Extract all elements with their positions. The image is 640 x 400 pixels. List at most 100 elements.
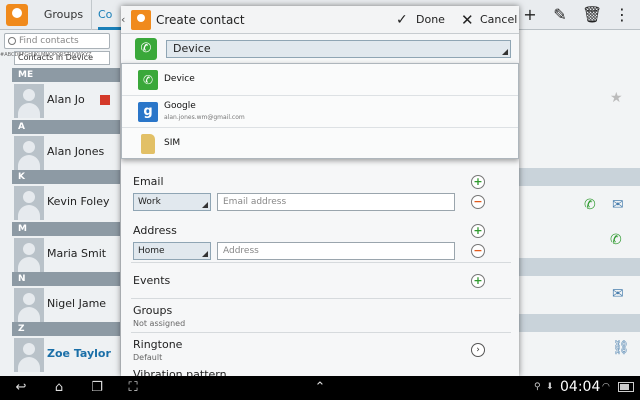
address-field[interactable]: Address — [217, 242, 455, 260]
add-email-button[interactable]: + — [471, 175, 485, 189]
menu-item-label: Device — [164, 74, 195, 84]
add-call-icon[interactable]: ✆ — [610, 232, 622, 248]
section-header: ME — [12, 68, 120, 82]
contact-name: Nigel Jame — [47, 297, 107, 310]
detail-section-strip — [518, 314, 640, 332]
section-header: N — [12, 272, 120, 286]
ringtone-label: Ringtone — [133, 338, 183, 351]
email-type-value: Work — [138, 197, 161, 207]
sim-card-icon — [141, 134, 155, 154]
back-chevron-icon[interactable]: ‹ — [121, 13, 125, 26]
contact-name: Alan Jo — [47, 93, 85, 106]
avatar — [14, 136, 44, 170]
list-item[interactable]: Alan Jo — [12, 82, 120, 120]
done-button[interactable]: Done — [416, 13, 445, 26]
detail-section-strip — [518, 258, 640, 276]
menu-item-sublabel: alan.jones.wm@gmail.com — [164, 114, 245, 121]
dropdown-arrow-icon — [202, 251, 208, 257]
dialog-title: Create contact — [156, 13, 245, 27]
vibration-label: Vibration pattern — [133, 368, 227, 376]
account-row: ✆ Device — [121, 35, 519, 65]
avatar — [14, 288, 44, 322]
usb-icon: ⚲ — [534, 382, 541, 392]
link-chain-icon[interactable]: ⛓ — [612, 340, 630, 356]
chevron-right-icon[interactable]: › — [471, 343, 485, 357]
account-selected-value: Device — [173, 42, 211, 55]
favorite-star-icon[interactable]: ★ — [610, 90, 623, 106]
address-label: Address — [133, 224, 177, 237]
contact-name: Maria Smit — [47, 247, 107, 260]
address-type-value: Home — [138, 246, 165, 256]
email-envelope-icon[interactable]: ✉ — [612, 286, 624, 302]
add-address-button[interactable]: + — [471, 224, 485, 238]
email-label: Email — [133, 175, 164, 188]
list-item[interactable]: Maria Smit — [12, 236, 120, 274]
list-item[interactable]: Nigel Jame — [12, 286, 120, 324]
google-plus-icon — [100, 95, 110, 105]
events-label: Events — [133, 274, 171, 287]
list-item[interactable]: Alan Jones — [12, 134, 120, 172]
email-field[interactable]: Email address — [217, 193, 455, 211]
remove-email-button[interactable]: − — [471, 195, 485, 209]
divider — [131, 298, 511, 299]
groups-value: Not assigned — [133, 319, 186, 328]
contact-name: Kevin Foley — [47, 195, 110, 208]
download-icon: ⬇ — [546, 382, 554, 392]
google-icon: g — [138, 102, 158, 122]
app-tray-up-icon[interactable]: ⌃ — [309, 379, 331, 397]
overflow-menu-icon[interactable]: ⋮ — [612, 5, 632, 25]
list-item[interactable]: Kevin Foley — [12, 184, 120, 222]
screenshot-icon[interactable]: ⛶ — [122, 379, 144, 397]
system-navigation-bar: ↩ ⌂ ❐ ⛶ ⌃ ⚲ ⬇ 04:04 ◠ — [0, 376, 640, 400]
search-input[interactable]: Find contacts — [4, 33, 110, 49]
avatar — [14, 338, 44, 372]
menu-item-device[interactable]: ✆ Device — [122, 64, 518, 96]
cancel-x-icon[interactable]: ✕ — [461, 11, 474, 29]
device-phone-icon: ✆ — [135, 38, 157, 60]
ringtone-value: Default — [133, 353, 163, 362]
delete-trash-icon[interactable]: 🗑 — [582, 5, 602, 25]
dialog-title-bar: ‹ Create contact ✓ Done ✕ Cancel — [121, 6, 519, 34]
menu-item-sim[interactable]: SIM — [122, 128, 518, 160]
contact-app-icon — [131, 10, 151, 30]
avatar — [14, 238, 44, 272]
add-event-button[interactable]: + — [471, 274, 485, 288]
section-header: M — [12, 222, 120, 236]
menu-item-label: SIM — [164, 138, 181, 148]
section-header: Z — [12, 322, 120, 336]
home-icon[interactable]: ⌂ — [48, 379, 70, 397]
back-icon[interactable]: ↩ — [10, 379, 32, 397]
list-item[interactable]: Zoe Taylor — [12, 336, 120, 374]
battery-icon — [618, 382, 634, 392]
alphabet-index-bar[interactable]: #ABCDEFGHIJKLMNOPQRSTUVWXYZ — [0, 52, 92, 376]
edit-pencil-icon[interactable]: ✎ — [550, 5, 570, 25]
divider — [131, 262, 511, 263]
contacts-app-icon[interactable] — [6, 4, 28, 26]
add-icon[interactable]: + — [520, 5, 540, 25]
dropdown-arrow-icon — [202, 202, 208, 208]
account-dropdown-menu: ✆ Device g Google alan.jones.wm@gmail.co… — [121, 63, 519, 159]
account-dropdown[interactable]: Device — [166, 40, 511, 58]
create-contact-dialog: ‹ Create contact ✓ Done ✕ Cancel ✆ Devic… — [121, 6, 519, 376]
contact-name: Alan Jones — [47, 145, 105, 158]
call-phone-icon[interactable]: ✆ — [584, 197, 596, 213]
avatar — [14, 186, 44, 220]
done-check-icon[interactable]: ✓ — [396, 12, 408, 28]
address-type-dropdown[interactable]: Home — [133, 242, 211, 260]
cancel-button[interactable]: Cancel — [480, 13, 517, 26]
email-type-dropdown[interactable]: Work — [133, 193, 211, 211]
tab-groups[interactable]: Groups — [36, 0, 92, 30]
menu-item-label: Google — [164, 101, 196, 111]
contact-name: Zoe Taylor — [47, 347, 111, 360]
message-envelope-icon[interactable]: ✉ — [612, 197, 624, 213]
dropdown-arrow-icon — [502, 49, 508, 55]
groups-label: Groups — [133, 304, 173, 317]
clock: 04:04 — [560, 379, 601, 395]
wifi-icon: ◠ — [602, 382, 610, 392]
contact-list-panel: Find contacts Contacts in Device #ABCDEF… — [0, 30, 120, 376]
remove-address-button[interactable]: − — [471, 244, 485, 258]
section-header: K — [12, 170, 120, 184]
recent-apps-icon[interactable]: ❐ — [86, 379, 108, 397]
section-header: A — [12, 120, 120, 134]
menu-item-google[interactable]: g Google alan.jones.wm@gmail.com — [122, 96, 518, 128]
